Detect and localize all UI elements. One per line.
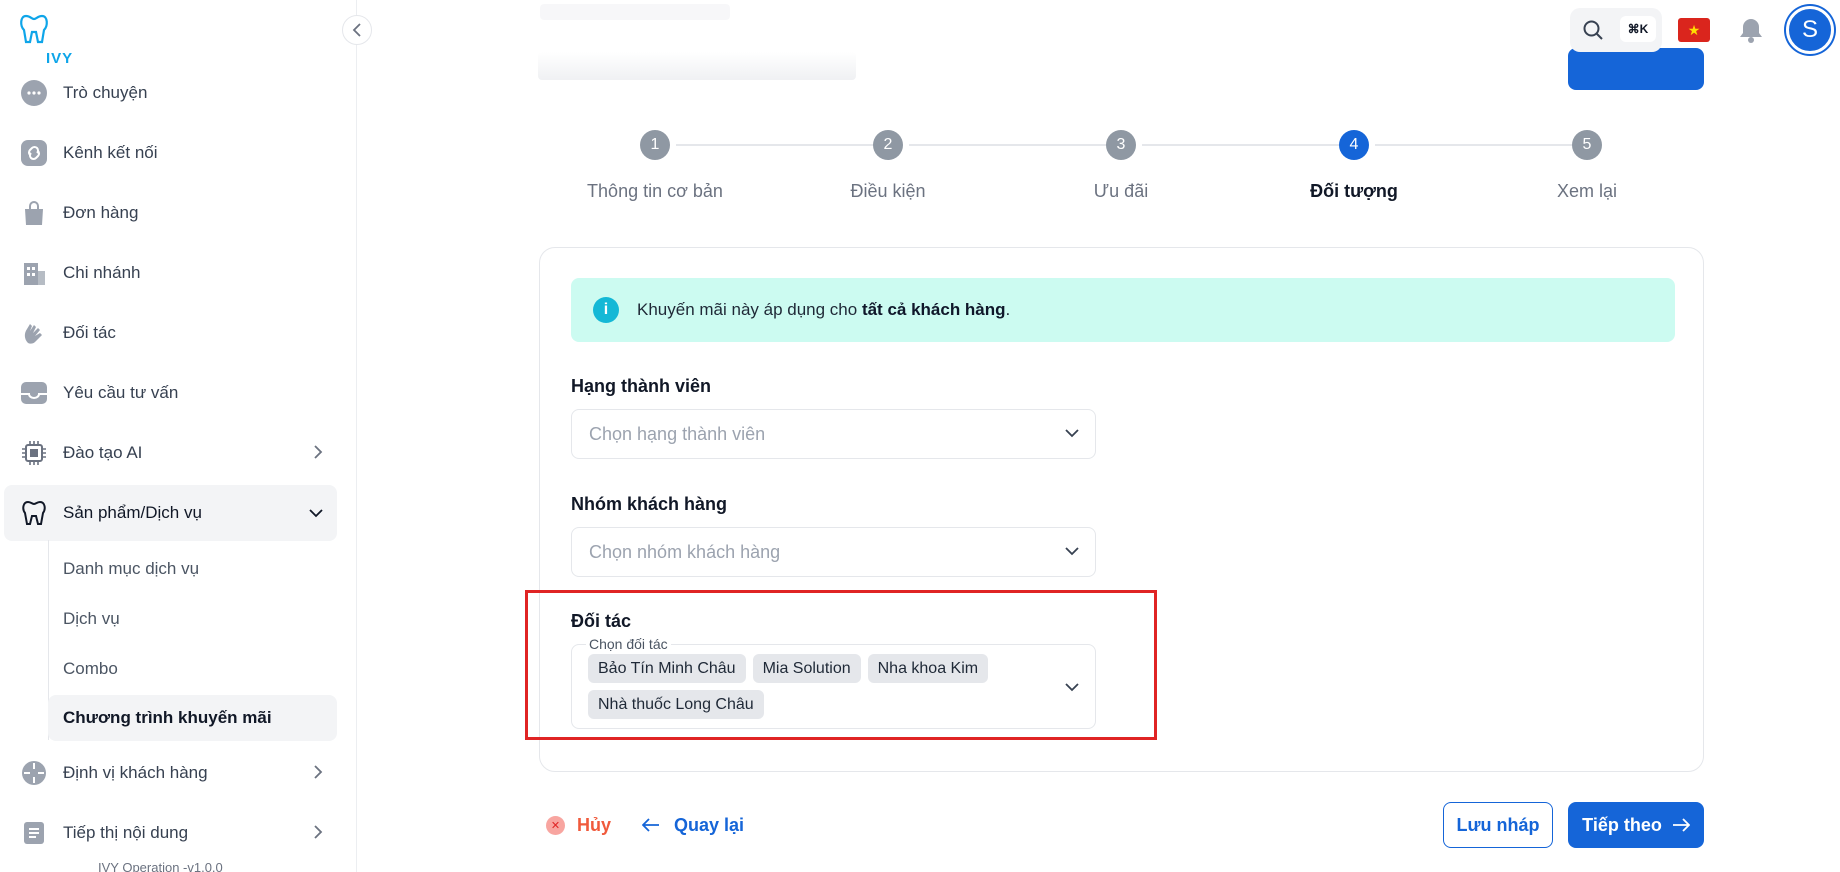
- member-tier-select[interactable]: Chọn hạng thành viên: [571, 409, 1096, 459]
- crosshair-icon: [20, 759, 48, 787]
- chevron-down-icon: [1065, 425, 1079, 443]
- language-flag-icon[interactable]: ★: [1678, 18, 1710, 42]
- sidebar-item-content-marketing[interactable]: Tiếp thị nội dung: [4, 805, 337, 861]
- sidebar-item-label: Kênh kết nối: [63, 143, 158, 162]
- chevron-right-icon: [313, 764, 323, 782]
- step-number: 1: [640, 130, 670, 160]
- sidebar-item-label: Trò chuyện: [63, 83, 148, 102]
- document-icon: [20, 819, 48, 847]
- step-number: 4: [1339, 130, 1369, 160]
- step-number: 5: [1572, 130, 1602, 160]
- tooth-logo-icon: [20, 14, 48, 44]
- save-draft-button[interactable]: Lưu nháp: [1443, 802, 1553, 848]
- step-basic-info[interactable]: 1 Thông tin cơ bản: [545, 130, 765, 202]
- customer-group-label: Nhóm khách hàng: [571, 494, 728, 514]
- chevron-down-icon: [309, 505, 323, 521]
- user-avatar[interactable]: S: [1786, 6, 1834, 54]
- back-button[interactable]: Quay lại: [642, 812, 744, 838]
- sidebar-item-products-services[interactable]: Sản phẩm/Dịch vụ: [4, 485, 337, 541]
- step-number: 2: [873, 130, 903, 160]
- sidebar-collapse-button[interactable]: [342, 15, 372, 45]
- header-action-button[interactable]: [1568, 48, 1704, 90]
- submenu-item-services[interactable]: Dịch vụ: [48, 596, 337, 642]
- keyboard-shortcut-badge: ⌘K: [1620, 16, 1656, 42]
- notification-bell-icon[interactable]: [1737, 16, 1765, 44]
- chat-bubble-icon: [20, 79, 48, 107]
- next-label: Tiếp theo: [1582, 814, 1662, 835]
- app-root: IVY Trò chuyện Kênh kết nối Đơn hàng Chi: [0, 0, 1840, 872]
- sidebar-item-branches[interactable]: Chi nhánh: [4, 245, 337, 301]
- cancel-label: Hủy: [577, 814, 612, 835]
- app-version: IVY Operation -v1.0.0: [98, 860, 223, 872]
- tooth-icon: [20, 499, 48, 527]
- shopping-bag-icon: [20, 199, 48, 227]
- step-number: 3: [1106, 130, 1136, 160]
- member-tier-label: Hạng thành viên: [571, 376, 712, 396]
- sidebar: IVY Trò chuyện Kênh kết nối Đơn hàng Chi: [0, 0, 357, 872]
- highlight-box: [525, 590, 1157, 740]
- next-button[interactable]: Tiếp theo: [1568, 802, 1704, 848]
- step-label: Ưu đãi: [1093, 181, 1149, 201]
- step-label: Xem lại: [1556, 181, 1618, 201]
- arrow-left-icon: [642, 818, 659, 832]
- sidebar-item-orders[interactable]: Đơn hàng: [4, 185, 337, 241]
- chevron-right-icon: [313, 824, 323, 842]
- sidebar-item-label: Tiếp thị nội dung: [63, 823, 189, 842]
- sidebar-item-consultations[interactable]: Yêu cầu tư vấn: [4, 365, 337, 421]
- breadcrumb: [540, 4, 730, 20]
- submenu-item-combo[interactable]: Combo: [48, 646, 337, 692]
- cpu-chip-icon: [20, 439, 48, 467]
- sidebar-item-channels[interactable]: Kênh kết nối: [4, 125, 337, 181]
- step-label: Thông tin cơ bản: [587, 181, 723, 201]
- sidebar-item-partners[interactable]: Đối tác: [4, 305, 337, 361]
- ivy-logo[interactable]: IVY: [18, 12, 74, 67]
- building-icon: [20, 259, 48, 287]
- close-circle-icon: ✕: [546, 815, 565, 835]
- page-title: [538, 52, 856, 80]
- info-text: Khuyến mãi này áp dụng cho tất cả khách …: [637, 300, 1011, 319]
- step-audience[interactable]: 4 Đối tượng: [1244, 130, 1464, 202]
- customer-group-placeholder: Chọn nhóm khách hàng: [589, 541, 781, 562]
- step-label: Đối tượng: [1310, 181, 1398, 201]
- sidebar-item-label: Đào tạo AI: [63, 443, 143, 462]
- sidebar-item-chat[interactable]: Trò chuyện: [4, 65, 337, 121]
- submenu-item-label: Dịch vụ: [63, 609, 120, 628]
- inbox-icon: [20, 379, 48, 407]
- submenu-item-label: Combo: [63, 659, 118, 678]
- submenu-item-service-catalog[interactable]: Danh mục dịch vụ: [48, 546, 337, 592]
- sidebar-item-label: Sản phẩm/Dịch vụ: [63, 503, 202, 522]
- chevron-left-icon: [352, 23, 361, 37]
- step-offers[interactable]: 3 Ưu đãi: [1011, 130, 1231, 202]
- sidebar-item-label: Chi nhánh: [63, 263, 141, 282]
- link-icon: [20, 139, 48, 167]
- submenu-item-label: Danh mục dịch vụ: [63, 559, 200, 578]
- submenu-item-label: Chương trình khuyến mãi: [63, 708, 272, 727]
- cancel-button[interactable]: ✕ Hủy: [546, 812, 611, 838]
- member-tier-placeholder: Chọn hạng thành viên: [589, 423, 766, 444]
- submenu-item-promotions[interactable]: Chương trình khuyến mãi: [48, 695, 337, 741]
- chevron-down-icon: [1065, 543, 1079, 561]
- arrow-right-icon: [1672, 818, 1690, 832]
- customer-group-select[interactable]: Chọn nhóm khách hàng: [571, 527, 1096, 577]
- sidebar-item-ai-training[interactable]: Đào tạo AI: [4, 425, 337, 481]
- step-conditions[interactable]: 2 Điều kiện: [778, 130, 998, 202]
- sidebar-item-label: Yêu cầu tư vấn: [63, 383, 179, 402]
- step-review[interactable]: 5 Xem lại: [1477, 130, 1697, 202]
- sidebar-item-label: Định vị khách hàng: [63, 763, 208, 782]
- info-banner: i Khuyến mãi này áp dụng cho tất cả khác…: [571, 278, 1675, 342]
- search-icon: [1583, 20, 1603, 40]
- global-search-button[interactable]: ⌘K: [1570, 8, 1662, 52]
- sidebar-item-label: Đơn hàng: [63, 203, 139, 222]
- back-label: Quay lại: [674, 814, 745, 835]
- chevron-right-icon: [313, 444, 323, 462]
- step-label: Điều kiện: [850, 181, 926, 201]
- handshake-icon: [20, 319, 48, 347]
- info-icon: i: [593, 297, 619, 323]
- sidebar-item-label: Đối tác: [63, 323, 116, 342]
- sidebar-item-customer-targeting[interactable]: Định vị khách hàng: [4, 745, 337, 801]
